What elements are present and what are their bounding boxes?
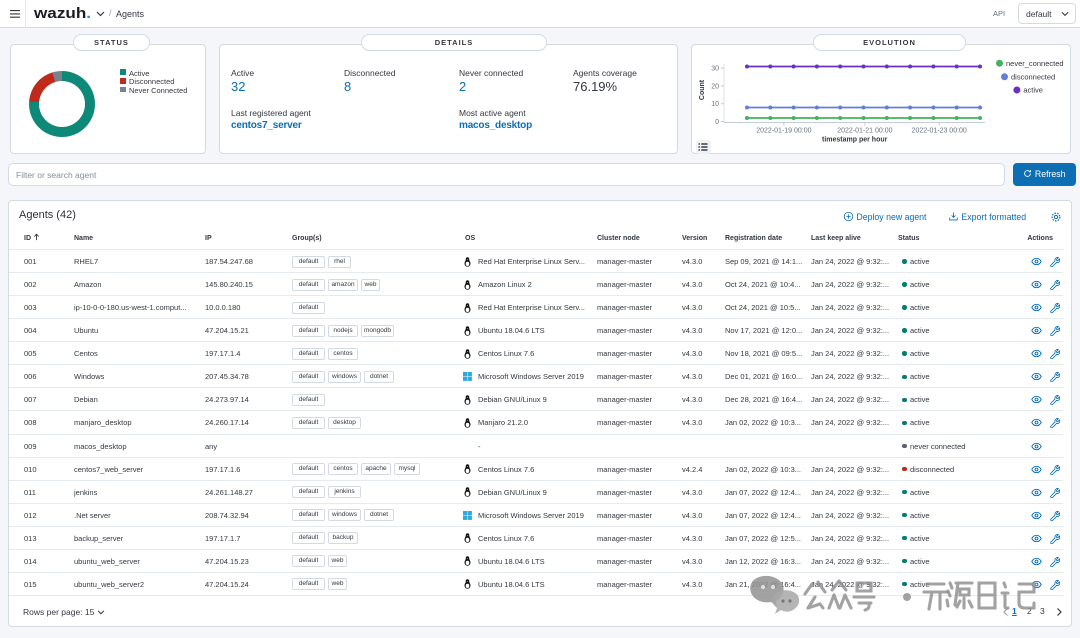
svg-text:Count: Count: [699, 79, 706, 100]
svg-text:2022-01-19 00:00: 2022-01-19 00:00: [756, 128, 811, 135]
svg-text:2022-01-21 00:00: 2022-01-21 00:00: [837, 128, 892, 135]
svg-text:active: active: [1023, 86, 1043, 95]
svg-text:10: 10: [711, 101, 719, 108]
svg-text:never_connected: never_connected: [1006, 59, 1064, 68]
svg-text:30: 30: [711, 66, 719, 73]
svg-text:0: 0: [715, 119, 719, 126]
svg-text:20: 20: [711, 83, 719, 90]
svg-text:2022-01-23 00:00: 2022-01-23 00:00: [912, 128, 967, 135]
svg-text:timestamp per hour: timestamp per hour: [822, 137, 888, 144]
svg-text:disconnected: disconnected: [1011, 72, 1055, 81]
